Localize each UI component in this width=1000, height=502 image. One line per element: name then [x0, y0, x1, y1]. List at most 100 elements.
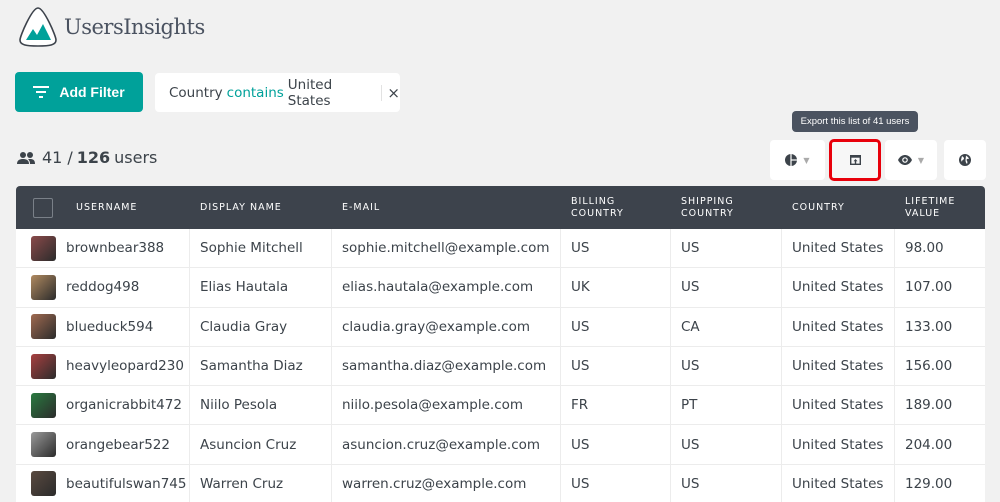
billing-country-cell: UK [561, 268, 671, 307]
export-button[interactable] [829, 139, 881, 181]
username[interactable]: organicrabbit472 [66, 397, 182, 413]
billing-country-cell: US [561, 464, 671, 502]
username[interactable]: reddog498 [66, 279, 139, 295]
select-all-checkbox[interactable] [33, 197, 53, 218]
lifetime-value-cell: 133.00 [895, 308, 985, 346]
country: United States [792, 279, 884, 296]
display-name-cell: Warren Cruz [190, 464, 332, 502]
country-cell: United States [782, 307, 895, 346]
column-header-username[interactable]: USERNAME [66, 202, 190, 214]
segments-button[interactable]: ▼ [770, 140, 825, 180]
table-row[interactable]: organicrabbit472 Niilo Pesola niilo.peso… [16, 386, 985, 426]
table-row[interactable]: beautifulswan745 Warren Cruz warren.cruz… [16, 464, 985, 502]
display-name: Elias Hautala [200, 279, 289, 296]
lifetime-value-cell: 98.00 [895, 229, 985, 267]
email-cell: claudia.gray@example.com [332, 307, 561, 346]
globe-icon [959, 154, 971, 166]
lifetime-value-cell: 189.00 [895, 386, 985, 424]
username[interactable]: blueduck594 [66, 319, 153, 335]
email: elias.hautala@example.com [342, 279, 534, 296]
username[interactable]: brownbear388 [66, 240, 164, 256]
count-separator: / [67, 148, 73, 167]
table-row[interactable]: heavyleopard230 Samantha Diaz samantha.d… [16, 346, 985, 387]
display-name-cell: Samantha Diaz [190, 346, 332, 386]
app-logo: UsersInsights [16, 6, 205, 48]
display-name-cell: Asuncion Cruz [190, 425, 332, 464]
lifetime-value-cell: 204.00 [895, 425, 985, 463]
email-cell: warren.cruz@example.com [332, 464, 561, 502]
lifetime-value-cell: 107.00 [895, 268, 985, 306]
billing-country-cell: US [561, 229, 671, 268]
billing-country: FR [571, 397, 589, 414]
lifetime-value-cell: 129.00 [895, 465, 985, 502]
count-unit: users [114, 148, 158, 167]
username[interactable]: orangebear522 [66, 437, 170, 453]
filter-field: Country [169, 84, 223, 101]
email-cell: asuncion.cruz@example.com [332, 425, 561, 464]
chevron-down-icon: ▼ [917, 155, 925, 165]
filter-operator: contains [226, 84, 284, 101]
country-cell: United States [782, 268, 895, 307]
users-table: USERNAME DISPLAY NAME E-MAIL BILLING COUN… [16, 186, 985, 502]
username[interactable]: heavyleopard230 [66, 358, 184, 374]
column-header-billing-country[interactable]: BILLING COUNTRY [561, 196, 671, 220]
filter-icon [33, 86, 50, 98]
eye-icon [897, 155, 912, 165]
remove-filter-icon[interactable]: × [387, 84, 400, 102]
avatar [31, 471, 56, 497]
lifetime-value: 129.00 [905, 475, 953, 492]
shipping-country: US [681, 279, 700, 296]
country: United States [792, 436, 884, 453]
email-cell: sophie.mitchell@example.com [332, 229, 561, 268]
country-cell: United States [782, 425, 895, 464]
columns-visibility-button[interactable]: ▼ [885, 140, 937, 180]
table-row[interactable]: brownbear388 Sophie Mitchell sophie.mitc… [16, 229, 985, 269]
username-cell: heavyleopard230 [16, 346, 190, 386]
username-cell: organicrabbit472 [16, 386, 190, 425]
chevron-down-icon: ▼ [803, 155, 810, 165]
column-header-lifetime-value[interactable]: LIFETIME VALUE [895, 196, 985, 220]
display-name: Sophie Mitchell [200, 240, 303, 257]
column-header-email[interactable]: E-MAIL [332, 202, 561, 214]
email: claudia.gray@example.com [342, 318, 530, 335]
shipping-country-cell: CA [671, 307, 782, 346]
lifetime-value: 133.00 [905, 318, 953, 335]
map-view-button[interactable] [944, 140, 986, 180]
filtered-count: 41 [42, 148, 63, 167]
table-body: brownbear388 Sophie Mitchell sophie.mitc… [16, 229, 985, 502]
email-cell: elias.hautala@example.com [332, 268, 561, 307]
avatar [31, 235, 56, 261]
table-row[interactable]: reddog498 Elias Hautala elias.hautala@ex… [16, 268, 985, 308]
table-row[interactable]: blueduck594 Claudia Gray claudia.gray@ex… [16, 307, 985, 347]
shipping-country-cell: US [671, 229, 782, 268]
shipping-country: US [681, 358, 700, 375]
billing-country: US [571, 475, 590, 492]
username-cell: reddog498 [16, 268, 190, 307]
column-header-country[interactable]: COUNTRY [782, 202, 895, 214]
billing-country-cell: US [561, 346, 671, 386]
country-cell: United States [782, 229, 895, 268]
column-header-display-name[interactable]: DISPLAY NAME [190, 202, 332, 214]
email: niilo.pesola@example.com [342, 397, 524, 414]
users-icon [17, 151, 35, 164]
display-name-cell: Sophie Mitchell [190, 229, 332, 268]
add-filter-button[interactable]: Add Filter [15, 72, 143, 112]
column-header-shipping-country[interactable]: SHIPPING COUNTRY [671, 196, 782, 220]
filter-chip[interactable]: Country contains United States × [155, 73, 400, 112]
email: asuncion.cruz@example.com [342, 436, 541, 453]
export-tooltip: Export this list of 41 users [792, 111, 918, 132]
shipping-country-cell: US [671, 425, 782, 464]
country: United States [792, 475, 884, 492]
shipping-country: US [681, 240, 700, 257]
email: warren.cruz@example.com [342, 475, 527, 492]
display-name-cell: Elias Hautala [190, 268, 332, 307]
lifetime-value: 98.00 [905, 240, 944, 257]
filter-divider [380, 84, 382, 101]
shipping-country-cell: US [671, 346, 782, 386]
username[interactable]: beautifulswan745 [66, 476, 186, 492]
shipping-country: US [681, 475, 700, 492]
pie-chart-icon [785, 154, 798, 166]
avatar [31, 353, 56, 379]
lifetime-value: 107.00 [905, 279, 953, 296]
table-row[interactable]: orangebear522 Asuncion Cruz asuncion.cru… [16, 425, 985, 465]
